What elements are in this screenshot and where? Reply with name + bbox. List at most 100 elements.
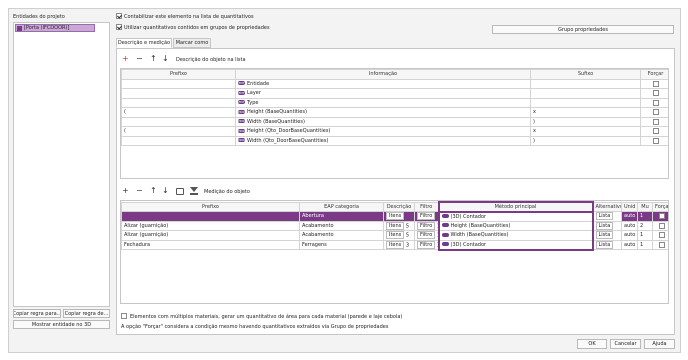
filter-cell[interactable]: Filtro 1 — [414, 230, 439, 241]
alt-cell[interactable]: Lista — [592, 230, 622, 241]
method-cell[interactable]: (3D) Contador — [437, 211, 594, 222]
force-checkbox[interactable] — [652, 109, 659, 115]
filter-cell[interactable]: Filtro 3 — [414, 239, 439, 250]
multi-material-checkbox[interactable] — [121, 313, 127, 319]
force-checkbox[interactable] — [658, 241, 665, 248]
category-cell[interactable]: Ferragens — [299, 239, 384, 250]
mu-cell[interactable]: 1 — [637, 230, 653, 241]
remove-icon[interactable]: − — [136, 55, 143, 63]
move-down-icon[interactable]: ↓ — [162, 55, 169, 63]
move-up-icon[interactable]: ↑ — [150, 55, 157, 63]
prefix-cell[interactable] — [121, 78, 236, 89]
move-down-icon[interactable]: ↓ — [162, 187, 169, 195]
prefix-cell[interactable] — [121, 116, 236, 127]
filter-button[interactable]: Filtro — [417, 212, 436, 221]
cancel-button[interactable]: Cancelar — [610, 339, 641, 349]
suffix-cell[interactable]: ) — [530, 135, 641, 146]
prefix-cell[interactable] — [121, 135, 236, 146]
force-checkbox[interactable] — [652, 99, 659, 106]
items-button[interactable]: Itens — [386, 221, 405, 230]
info-cell[interactable]: PROPHeight (BaseQuantities) — [235, 107, 531, 118]
filter-button[interactable]: Filtro — [417, 221, 436, 230]
property-group-button[interactable]: Grupo propriedades — [492, 25, 674, 34]
category-cell[interactable]: Abertura — [299, 211, 384, 222]
alt-cell[interactable]: Lista — [592, 220, 622, 231]
force-checkbox[interactable] — [658, 222, 665, 229]
force-checkbox[interactable] — [652, 137, 659, 144]
filter-cell[interactable]: Filtro — [414, 211, 439, 222]
list-button[interactable]: Lista — [595, 212, 614, 221]
prefix-cell[interactable] — [121, 211, 300, 222]
add-icon[interactable]: + — [122, 187, 129, 195]
copy-rule-to-button[interactable]: Copiar regra para... — [13, 309, 61, 318]
force-checkbox[interactable] — [652, 118, 659, 125]
move-up-icon[interactable]: ↑ — [150, 187, 157, 195]
mu-cell[interactable]: 2 — [637, 220, 653, 231]
suffix-cell[interactable] — [530, 97, 641, 108]
force-checkbox[interactable] — [652, 128, 659, 134]
tab-mark-as[interactable]: Marcar como — [173, 38, 211, 48]
description-cell[interactable]: Itens 5 — [383, 220, 415, 231]
list-button[interactable]: Lista — [595, 221, 614, 230]
prefix-cell[interactable]: Alizar (guarnição) — [121, 220, 300, 231]
force-checkbox[interactable] — [652, 80, 659, 87]
use-groups-checkbox[interactable] — [116, 24, 122, 30]
filter-cell[interactable]: Filtro 1 — [414, 220, 439, 231]
force-checkbox[interactable] — [658, 232, 665, 238]
items-button[interactable]: Itens — [386, 212, 405, 221]
show-entity-3d-button[interactable]: Mostrar entidade no 3D — [13, 320, 110, 329]
mu-cell[interactable]: 1 — [637, 211, 653, 222]
copy-icon[interactable] — [176, 188, 184, 195]
prefix-cell[interactable] — [121, 97, 236, 108]
info-cell[interactable]: ENT Entidade — [235, 78, 531, 89]
prefix-cell[interactable]: Fechadura — [121, 239, 300, 250]
suffix-cell[interactable]: x — [530, 107, 641, 118]
accountable-checkbox[interactable] — [116, 13, 122, 19]
list-button[interactable]: Lista — [595, 231, 614, 240]
filter-icon[interactable] — [190, 187, 198, 195]
description-cell[interactable]: Itens — [383, 211, 415, 222]
prefix-cell[interactable]: ( — [121, 107, 236, 118]
info-cell[interactable]: PROPWidth (Qto_DoorBaseQuantities) — [235, 135, 531, 146]
table-row[interactable]: Fechadura Ferragens Itens 3 Filtro 3 (3D… — [121, 239, 668, 251]
tree-item-porta[interactable]: [Porta (IFCDOOR)] — [15, 24, 95, 32]
suffix-cell[interactable] — [530, 88, 641, 99]
unit-cell[interactable]: auto — [621, 239, 638, 250]
mu-cell[interactable]: 1 — [637, 239, 653, 250]
info-cell[interactable]: PROPWidth (BaseQuantities) — [235, 116, 531, 127]
info-cell[interactable]: ENT Type — [235, 97, 531, 108]
entity-tree[interactable]: [Porta (IFCDOOR)] — [13, 22, 110, 307]
force-checkbox[interactable] — [658, 213, 665, 219]
category-cell[interactable]: Acabamento — [299, 230, 384, 241]
force-checkbox[interactable] — [652, 90, 659, 96]
tab-description-measurement[interactable]: Descrição e medição — [116, 38, 172, 48]
ok-button[interactable]: OK — [577, 339, 607, 349]
info-cell[interactable]: PROPHeight (Qto_DoorBaseQuantities) — [235, 126, 531, 137]
description-cell[interactable]: Itens 5 — [383, 230, 415, 241]
info-cell[interactable]: ENT Layer — [235, 88, 531, 99]
method-cell[interactable]: (3D) Contador — [437, 239, 594, 251]
unit-cell[interactable]: auto — [621, 220, 638, 231]
table-row[interactable]: (PROPHeight (BaseQuantities) x — [121, 107, 668, 118]
table-row[interactable]: ENT Entidade — [121, 78, 668, 89]
list-button[interactable]: Lista — [595, 240, 614, 249]
method-cell[interactable]: Width (BaseQuantities) — [437, 230, 594, 241]
suffix-cell[interactable] — [530, 78, 641, 89]
help-button[interactable]: Ajuda — [644, 339, 675, 349]
alt-cell[interactable]: Lista — [592, 211, 622, 222]
filter-button[interactable]: Filtro — [417, 240, 436, 249]
prefix-cell[interactable]: Alizar (guarnição) — [121, 230, 300, 241]
items-button[interactable]: Itens — [386, 231, 405, 240]
copy-rule-from-button[interactable]: Copiar regra de... — [63, 309, 110, 318]
table-row[interactable]: ENT Type — [121, 97, 668, 108]
unit-cell[interactable]: auto — [621, 211, 638, 222]
prefix-cell[interactable] — [121, 88, 236, 99]
method-cell[interactable]: Height (BaseQuantities) — [437, 220, 594, 231]
table-row[interactable]: (PROPHeight (Qto_DoorBaseQuantities) x — [121, 126, 668, 137]
table-row[interactable]: PROPWidth (Qto_DoorBaseQuantities)) — [121, 135, 668, 146]
add-icon[interactable]: + — [122, 55, 129, 63]
alt-cell[interactable]: Lista — [592, 239, 622, 250]
table-row[interactable]: Abertura Itens Filtro (3D) Contador List… — [121, 211, 668, 222]
table-row[interactable]: ENT Layer — [121, 88, 668, 99]
prefix-cell[interactable]: ( — [121, 126, 236, 137]
